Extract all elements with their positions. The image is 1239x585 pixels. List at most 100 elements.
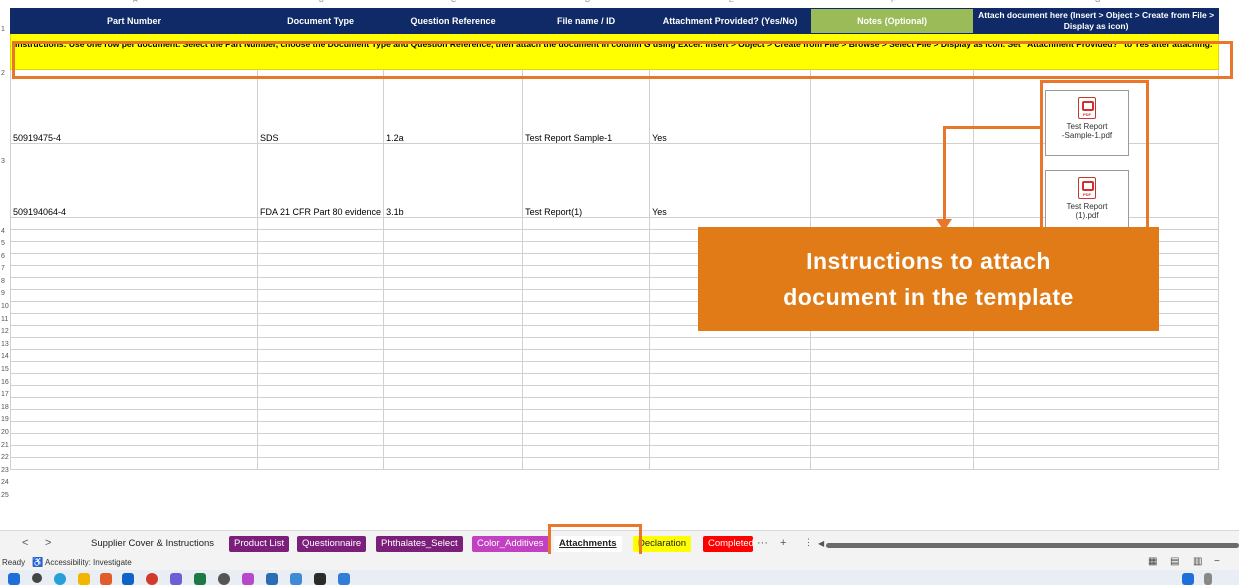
- outlook-icon[interactable]: [122, 573, 134, 585]
- row-number[interactable]: 2: [1, 70, 5, 77]
- empty-cell[interactable]: [256, 301, 385, 314]
- empty-cell[interactable]: [810, 385, 975, 398]
- row-number[interactable]: 10: [1, 303, 9, 310]
- edge-icon[interactable]: [54, 573, 66, 585]
- next-sheet-icon[interactable]: >: [45, 537, 51, 549]
- empty-cell[interactable]: [383, 397, 524, 410]
- empty-cell[interactable]: [649, 409, 812, 422]
- empty-cell[interactable]: [10, 385, 258, 398]
- header-notes[interactable]: Notes (Optional): [810, 8, 975, 34]
- empty-cell[interactable]: [649, 445, 812, 458]
- empty-cell[interactable]: [810, 349, 975, 362]
- cell-document-type[interactable]: FDA 21 CFR Part 80 evidence: [256, 143, 385, 218]
- sheet-tab-supplier-cover-instructions[interactable]: Supplier Cover & Instructions: [86, 536, 220, 552]
- empty-cell[interactable]: [649, 361, 812, 374]
- empty-cell[interactable]: [973, 373, 1220, 386]
- empty-cell[interactable]: [649, 421, 812, 434]
- empty-cell[interactable]: [256, 421, 385, 434]
- tray-icon[interactable]: [1204, 573, 1212, 585]
- empty-cell[interactable]: [810, 397, 975, 410]
- empty-cell[interactable]: [649, 373, 812, 386]
- accessibility-status[interactable]: Accessibility: Investigate: [45, 558, 132, 567]
- empty-cell[interactable]: [522, 433, 651, 446]
- empty-cell[interactable]: [522, 265, 651, 278]
- row-number[interactable]: 4: [1, 228, 5, 235]
- empty-cell[interactable]: [522, 277, 651, 290]
- row-number[interactable]: 22: [1, 454, 9, 461]
- row-number[interactable]: 8: [1, 278, 5, 285]
- empty-cell[interactable]: [256, 349, 385, 362]
- empty-cell[interactable]: [10, 289, 258, 302]
- row-number[interactable]: 18: [1, 404, 9, 411]
- empty-cell[interactable]: [383, 433, 524, 446]
- sheet-tab-color-additives[interactable]: Color_Additives: [472, 536, 549, 552]
- empty-cell[interactable]: [649, 349, 812, 362]
- empty-cell[interactable]: [649, 385, 812, 398]
- empty-cell[interactable]: [256, 457, 385, 470]
- empty-cell[interactable]: [973, 397, 1220, 410]
- empty-cell[interactable]: [649, 337, 812, 350]
- empty-cell[interactable]: [383, 409, 524, 422]
- cell-file-name[interactable]: Test Report Sample-1: [522, 69, 651, 144]
- empty-cell[interactable]: [810, 409, 975, 422]
- empty-cell[interactable]: [256, 313, 385, 326]
- row-number[interactable]: 9: [1, 290, 5, 297]
- empty-cell[interactable]: [10, 277, 258, 290]
- app-icon[interactable]: [266, 573, 278, 585]
- column-letter[interactable]: F: [891, 0, 895, 4]
- sheet-tab-questionnaire[interactable]: Questionnaire: [297, 536, 367, 552]
- empty-cell[interactable]: [383, 301, 524, 314]
- empty-cell[interactable]: [256, 397, 385, 410]
- empty-cell[interactable]: [383, 277, 524, 290]
- app-icon[interactable]: [218, 573, 230, 585]
- empty-cell[interactable]: [256, 217, 385, 230]
- row-number[interactable]: 7: [1, 265, 5, 272]
- empty-cell[interactable]: [10, 373, 258, 386]
- empty-cell[interactable]: [10, 217, 258, 230]
- empty-cell[interactable]: [256, 409, 385, 422]
- empty-cell[interactable]: [810, 373, 975, 386]
- search-icon[interactable]: [32, 573, 42, 583]
- page-break-icon[interactable]: ▥: [1193, 556, 1202, 567]
- empty-cell[interactable]: [383, 241, 524, 254]
- empty-cell[interactable]: [383, 385, 524, 398]
- row-number[interactable]: 23: [1, 467, 9, 474]
- empty-cell[interactable]: [383, 313, 524, 326]
- row-number[interactable]: 17: [1, 391, 9, 398]
- column-letter[interactable]: C: [451, 0, 456, 4]
- empty-cell[interactable]: [383, 217, 524, 230]
- page-layout-icon[interactable]: ▤: [1170, 556, 1179, 567]
- empty-cell[interactable]: [383, 229, 524, 242]
- app-icon[interactable]: [242, 573, 254, 585]
- empty-cell[interactable]: [383, 253, 524, 266]
- empty-cell[interactable]: [973, 445, 1220, 458]
- empty-cell[interactable]: [973, 349, 1220, 362]
- scroll-left-icon[interactable]: ◀: [818, 539, 824, 548]
- empty-cell[interactable]: [383, 445, 524, 458]
- empty-cell[interactable]: [383, 457, 524, 470]
- empty-cell[interactable]: [383, 349, 524, 362]
- empty-cell[interactable]: [10, 253, 258, 266]
- column-letter[interactable]: G: [1095, 0, 1100, 4]
- header-attachment-provided[interactable]: Attachment Provided? (Yes/No): [649, 8, 812, 34]
- empty-cell[interactable]: [256, 445, 385, 458]
- row-number[interactable]: 5: [1, 240, 5, 247]
- row-number[interactable]: 6: [1, 253, 5, 260]
- empty-cell[interactable]: [522, 241, 651, 254]
- empty-cell[interactable]: [522, 385, 651, 398]
- empty-cell[interactable]: [810, 337, 975, 350]
- empty-cell[interactable]: [256, 241, 385, 254]
- empty-cell[interactable]: [383, 373, 524, 386]
- row-number[interactable]: 12: [1, 328, 9, 335]
- column-letter[interactable]: B: [319, 0, 324, 4]
- row-number[interactable]: 21: [1, 442, 9, 449]
- empty-cell[interactable]: [383, 325, 524, 338]
- empty-cell[interactable]: [383, 361, 524, 374]
- empty-cell[interactable]: [649, 457, 812, 470]
- sheet-tab-phthalates-select[interactable]: Phthalates_Select: [376, 536, 463, 552]
- cell-part-number[interactable]: 50919475-4: [10, 69, 258, 144]
- empty-cell[interactable]: [10, 397, 258, 410]
- empty-cell[interactable]: [10, 313, 258, 326]
- zoom-out-icon[interactable]: −: [1214, 556, 1220, 567]
- row-number[interactable]: 3: [1, 158, 5, 165]
